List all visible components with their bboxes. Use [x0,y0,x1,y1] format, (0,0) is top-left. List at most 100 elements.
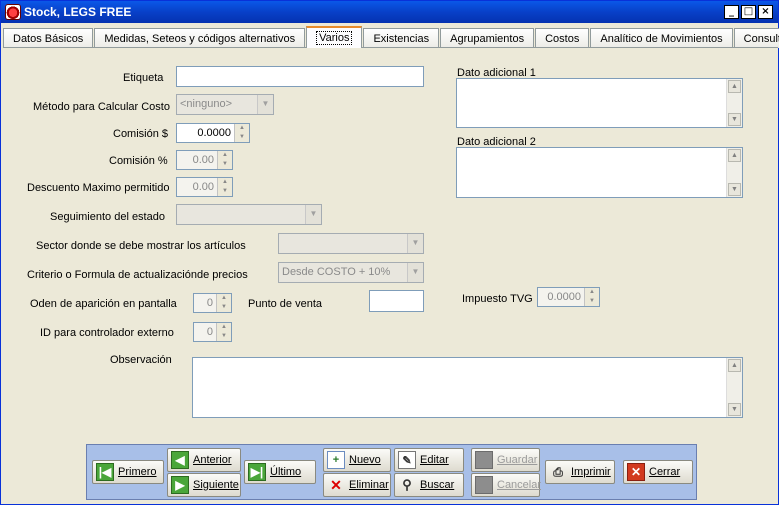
tab-costos[interactable]: Costos [535,28,590,48]
scroll-up-icon[interactable]: ▲ [728,149,741,162]
orden-aparicion-value[interactable]: 0 [194,294,216,312]
scroll-down-icon[interactable]: ▼ [728,183,741,196]
nuevo-label: Nuevo [349,454,381,466]
dato-adicional-2-scrollbar[interactable]: ▲ ▼ [726,148,742,197]
spin-up-icon[interactable]: ▲ [217,323,231,332]
id-controlador-value[interactable]: 0 [194,323,216,341]
spin-up-icon[interactable]: ▲ [218,178,232,187]
eliminar-button[interactable]: ✕ Eliminar [323,473,391,497]
eliminar-label: Eliminar [349,479,389,491]
descuento-max-spinner[interactable]: 0.00 ▲ ▼ [176,177,233,197]
cancelar-label: Cancelar [497,479,542,491]
comision-monto-spinner[interactable]: 0.0000 ▲ ▼ [176,123,250,143]
punto-venta-input[interactable] [369,290,424,312]
buscar-button[interactable]: ⚲ Buscar [394,473,464,497]
spin-up-icon[interactable]: ▲ [235,124,249,133]
metodo-costo-value: <ninguno> [180,98,232,110]
delete-icon: ✕ [330,476,342,493]
spin-down-icon[interactable]: ▼ [217,332,231,341]
ultimo-label: Último [270,466,302,478]
descuento-max-value[interactable]: 0.00 [177,178,217,196]
edit-icon: ✎ [398,451,416,469]
tab-varios[interactable]: Varios [306,26,363,48]
seguimiento-estado-label: Seguimiento del estado [50,211,165,223]
siguiente-label: Siguiente [193,479,239,491]
dato-adicional-2-textarea[interactable]: ▲ ▼ [456,147,743,198]
anterior-label: Anterior [193,454,232,466]
search-icon: ⚲ [402,477,412,492]
imprimir-button[interactable]: ⎙ Imprimir [545,460,615,484]
punto-venta-label: Punto de venta [248,298,323,310]
comision-pct-spinner[interactable]: 0.00 ▲ ▼ [176,150,233,170]
spin-down-icon[interactable]: ▼ [585,297,599,306]
buscar-label: Buscar [420,479,455,491]
imprimir-label: Imprimir [571,466,611,478]
spin-down-icon[interactable]: ▼ [218,187,232,196]
tab-agrupamientos[interactable]: Agrupamientos [440,28,535,48]
printer-icon: ⎙ [553,464,563,479]
ultimo-button[interactable]: ▶| Último [244,460,316,484]
etiqueta-input[interactable] [176,66,424,87]
scroll-down-icon[interactable]: ▼ [728,403,741,416]
editar-button[interactable]: ✎ Editar [394,448,464,472]
chevron-down-icon[interactable]: ▼ [407,263,423,282]
close-button[interactable]: × [758,5,773,19]
dato-adicional-1-textarea[interactable]: ▲ ▼ [456,78,743,128]
window-title: Stock, LEGS FREE [24,5,132,19]
primero-label: Primero [118,466,157,478]
scroll-up-icon[interactable]: ▲ [728,359,741,372]
scroll-down-icon[interactable]: ▼ [728,113,741,126]
tab-consultas[interactable]: Consultas [733,28,779,48]
tab-medidas[interactable]: Medidas, Seteos y códigos alternativos [94,28,306,48]
orden-aparicion-label: Oden de aparición en pantalla [30,298,177,310]
main-window: Stock, LEGS FREE _ □ × Datos Básicos Med… [0,0,779,505]
cancel-icon [475,476,493,494]
sector-value [279,234,407,253]
spin-down-icon[interactable]: ▼ [218,160,232,169]
tab-analitico[interactable]: Analítico de Movimientos [590,28,733,48]
impuesto-tvg-label: Impuesto TVG [462,293,533,305]
nuevo-button[interactable]: + Nuevo [323,448,391,472]
chevron-down-icon[interactable]: ▼ [257,95,273,114]
dato-adicional-1-scrollbar[interactable]: ▲ ▼ [726,79,742,127]
guardar-button[interactable]: Guardar [471,448,540,472]
chevron-down-icon[interactable]: ▼ [305,205,321,224]
observacion-textarea[interactable]: ▲ ▼ [192,357,743,418]
descuento-max-label: Descuento Maximo permitido [27,182,170,194]
orden-aparicion-spinner[interactable]: 0 ▲ ▼ [193,293,232,313]
tab-datos-basicos[interactable]: Datos Básicos [3,28,94,48]
anterior-button[interactable]: ◀ Anterior [167,448,241,472]
spin-down-icon[interactable]: ▼ [217,303,231,312]
spin-up-icon[interactable]: ▲ [585,288,599,297]
title-bar[interactable]: Stock, LEGS FREE _ □ × [1,1,778,23]
spin-up-icon[interactable]: ▲ [218,151,232,160]
tab-existencias[interactable]: Existencias [363,28,440,48]
cancelar-button[interactable]: Cancelar [471,473,542,497]
sector-select[interactable]: ▼ [278,233,424,254]
spin-down-icon[interactable]: ▼ [235,133,249,142]
new-document-icon: + [327,451,345,469]
comision-pct-value[interactable]: 0.00 [177,151,217,169]
id-controlador-spinner[interactable]: 0 ▲ ▼ [193,322,232,342]
close-icon: ✕ [627,463,645,481]
impuesto-tvg-spinner[interactable]: 0.0000 ▲ ▼ [537,287,600,307]
seguimiento-estado-select[interactable]: ▼ [176,204,322,225]
guardar-label: Guardar [497,454,538,466]
chevron-down-icon[interactable]: ▼ [407,234,423,253]
minimize-button[interactable]: _ [724,5,739,19]
spin-up-icon[interactable]: ▲ [217,294,231,303]
id-controlador-label: ID para controlador externo [40,327,174,339]
maximize-button[interactable]: □ [741,5,756,19]
metodo-costo-select[interactable]: <ninguno> ▼ [176,94,274,115]
scroll-up-icon[interactable]: ▲ [728,80,741,93]
primero-button[interactable]: |◀ Primero [92,460,164,484]
observacion-scrollbar[interactable]: ▲ ▼ [726,358,742,417]
siguiente-button[interactable]: ▶ Siguiente [167,473,241,497]
cerrar-button[interactable]: ✕ Cerrar [623,460,693,484]
save-icon [475,451,493,469]
impuesto-tvg-value[interactable]: 0.0000 [538,288,584,306]
criterio-select[interactable]: Desde COSTO + 10% ▼ [278,262,424,283]
criterio-value: Desde COSTO + 10% [282,266,391,278]
last-record-icon: ▶| [248,463,266,481]
comision-monto-value[interactable]: 0.0000 [177,124,234,142]
